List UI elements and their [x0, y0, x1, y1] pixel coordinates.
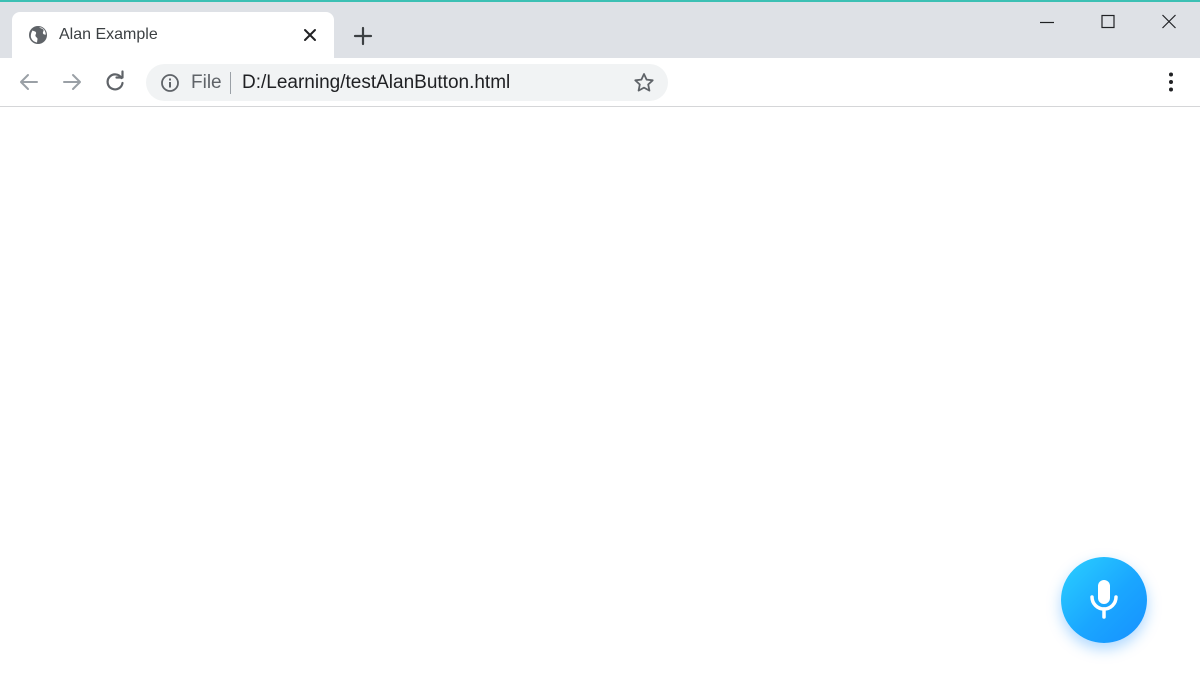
tab-alan-example[interactable]: Alan Example [12, 12, 334, 58]
address-bar[interactable]: File D:/Learning/testAlanButton.html [146, 64, 668, 101]
tab-close-icon[interactable] [300, 25, 320, 45]
browser-window: Alan Example File D:/Learning/testAlanBu… [0, 0, 1200, 696]
browser-toolbar: File D:/Learning/testAlanButton.html [0, 58, 1200, 106]
close-icon [1162, 14, 1176, 29]
scheme-label: File [191, 72, 222, 93]
window-maximize-button[interactable] [1077, 2, 1139, 42]
globe-icon [28, 25, 48, 45]
url-text[interactable]: D:/Learning/testAlanButton.html [242, 72, 510, 94]
new-tab-plus-icon[interactable] [350, 23, 376, 49]
reload-icon[interactable] [101, 68, 129, 96]
page-content [0, 107, 1200, 696]
minimize-icon [1040, 21, 1054, 24]
alan-voice-button[interactable] [1061, 557, 1147, 643]
microphone-icon [1090, 580, 1118, 619]
tab-title: Alan Example [59, 26, 158, 43]
back-arrow-icon[interactable] [15, 68, 43, 96]
kebab-menu-icon[interactable] [1159, 68, 1183, 96]
window-minimize-button[interactable] [1016, 2, 1078, 42]
maximize-icon [1101, 14, 1115, 29]
omnibox-divider [230, 72, 231, 94]
tab-strip: Alan Example [0, 2, 1200, 58]
window-close-button[interactable] [1138, 2, 1200, 42]
info-icon[interactable] [160, 73, 180, 93]
forward-arrow-icon[interactable] [58, 68, 86, 96]
bookmark-star-icon[interactable] [632, 71, 656, 95]
